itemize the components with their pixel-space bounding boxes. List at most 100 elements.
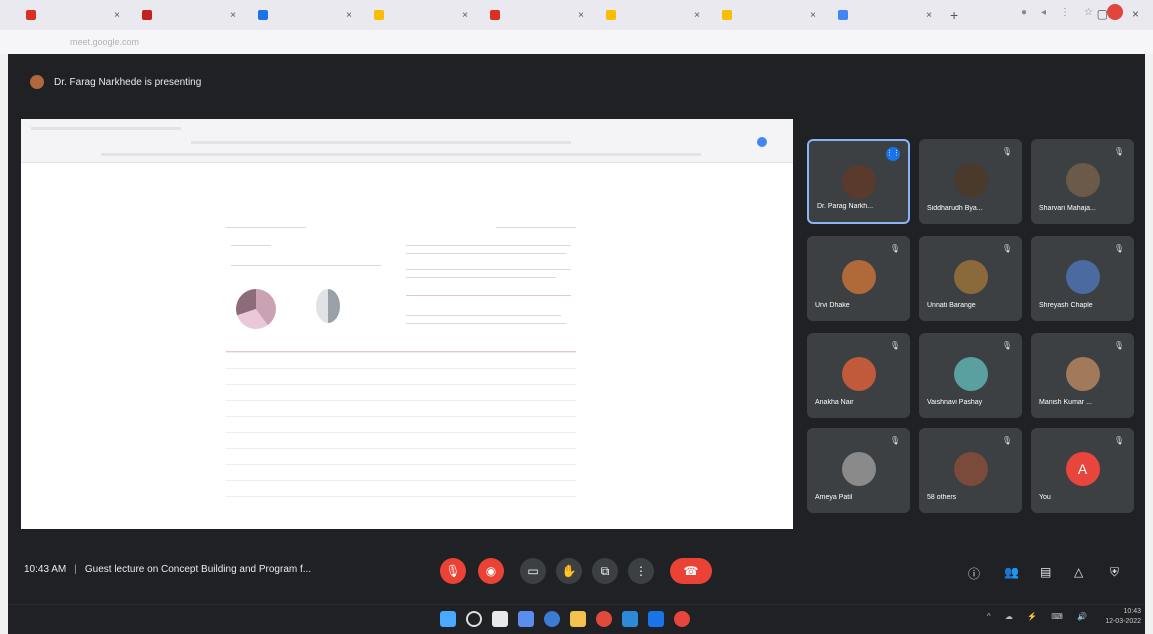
participant-tile[interactable]: 🎙 Shreyash Chaple — [1031, 236, 1134, 321]
tab-close-icon[interactable]: × — [230, 10, 236, 21]
tab-favicon-icon — [722, 10, 732, 20]
tab-close-icon[interactable]: × — [578, 10, 584, 21]
more-options-button[interactable]: ⋮ — [628, 558, 654, 584]
participant-tile[interactable]: 🎙 58 others — [919, 428, 1022, 513]
browser-tab[interactable]: × — [18, 4, 128, 26]
tab-close-icon[interactable]: × — [926, 10, 932, 21]
raise-hand-button[interactable]: ✋ — [556, 558, 582, 584]
participant-name: You — [1039, 494, 1051, 501]
present-button[interactable]: ⧉ — [592, 558, 618, 584]
hand-icon: ✋ — [561, 564, 577, 578]
tab-favicon-icon — [258, 10, 268, 20]
camera-icon[interactable]: ● — [1021, 7, 1027, 18]
new-tab-button[interactable]: + — [950, 7, 958, 23]
start-icon[interactable] — [440, 611, 456, 627]
store-icon[interactable] — [648, 611, 664, 627]
browser-tab[interactable]: × — [830, 4, 940, 26]
tab-favicon-icon — [490, 10, 500, 20]
participant-name: 58 others — [927, 494, 957, 501]
url-text[interactable]: meet.google.com — [70, 37, 139, 47]
clock-time: 10:43 — [1123, 608, 1141, 615]
tab-favicon-icon — [374, 10, 384, 20]
browser-tab[interactable]: × — [714, 4, 824, 26]
present-icon: ⧉ — [600, 563, 610, 578]
browser-tab[interactable]: × — [250, 4, 360, 26]
file-explorer-icon[interactable] — [570, 611, 586, 627]
participant-name: Ameya Patil — [815, 494, 853, 501]
avatar: A — [1065, 452, 1100, 486]
bookmark-star-icon[interactable]: ☆ — [1084, 7, 1093, 18]
browser-tab[interactable]: × — [366, 4, 476, 26]
meeting-title: Guest lecture on Concept Building and Pr… — [84, 564, 312, 575]
avatar — [841, 357, 876, 391]
camera-off-button[interactable]: ◉ — [478, 558, 504, 584]
address-bar-icons: ● ◂ ⋮ ☆ — [1021, 4, 1123, 20]
people-icon[interactable]: 👥 — [1004, 565, 1019, 579]
avatar — [1065, 260, 1100, 294]
participant-name: Unnati Barange — [927, 302, 976, 309]
avatar — [1065, 163, 1100, 197]
search-icon[interactable] — [466, 611, 482, 627]
edge-icon[interactable] — [622, 611, 638, 627]
address-bar[interactable]: meet.google.com — [0, 30, 1153, 54]
participant-name: Anakha Nair — [815, 399, 854, 406]
mic-off-icon: 🎙 — [445, 564, 461, 578]
participant-tile[interactable]: 🎙 Sharvari Mahaja... — [1031, 139, 1134, 224]
share-icon[interactable]: ◂ — [1041, 7, 1046, 18]
meeting-time: 10:43 AM — [24, 564, 67, 575]
pie-chart-1 — [236, 289, 276, 329]
chrome-icon[interactable] — [596, 611, 612, 627]
speaking-indicator-icon: ⋮⋮ — [886, 147, 900, 161]
extensions-icon[interactable]: ⋮ — [1060, 7, 1070, 18]
tab-close-icon[interactable]: × — [346, 10, 352, 21]
browser-tab[interactable]: × — [482, 4, 592, 26]
presenter-banner: Dr. Farag Narkhede is presenting — [8, 62, 201, 102]
participant-name: Dr. Parag Narkh... — [817, 203, 874, 210]
tab-close-icon[interactable]: × — [114, 10, 120, 21]
mic-muted-icon: 🎙 — [1001, 147, 1012, 156]
mic-off-button[interactable]: 🎙 — [440, 558, 466, 584]
widgets-icon[interactable] — [518, 611, 534, 627]
system-tray[interactable]: ^ ☁ ⚡ ⌨ 🔊 — [987, 612, 1093, 621]
participant-tile[interactable]: 🎙 Siddharudh Bya... — [919, 139, 1022, 224]
tab-close-icon[interactable]: × — [810, 10, 816, 21]
task-view-icon[interactable] — [492, 611, 508, 627]
taskbar-clock[interactable]: 10:43 12-03-2022 — [1105, 607, 1141, 627]
mic-muted-icon: 🎙 — [889, 341, 900, 350]
participant-tile[interactable]: ⋮⋮ Dr. Parag Narkh... — [807, 139, 910, 224]
participant-tile[interactable]: 🎙 Unnati Barange — [919, 236, 1022, 321]
leave-call-button[interactable]: ☎ — [670, 558, 712, 584]
profile-avatar[interactable] — [1107, 4, 1123, 20]
participant-tile[interactable]: 🎙 Vaishnavi Pashay — [919, 333, 1022, 418]
host-controls-icon[interactable]: ⛨ — [1110, 565, 1119, 580]
browser-tab[interactable]: × — [134, 4, 244, 26]
chat-app-icon[interactable] — [544, 611, 560, 627]
tab-favicon-icon — [606, 10, 616, 20]
participant-tile[interactable]: 🎙 Manish Kumar ... — [1031, 333, 1134, 418]
participant-name: Siddharudh Bya... — [927, 205, 983, 212]
tab-close-icon[interactable]: × — [694, 10, 700, 21]
mic-muted-icon: 🎙 — [1113, 341, 1124, 350]
close-window-icon[interactable]: × — [1132, 7, 1139, 21]
participant-tile[interactable]: 🎙 Anakha Nair — [807, 333, 910, 418]
captions-icon: ▭ — [527, 564, 539, 578]
avatar — [841, 165, 876, 199]
app-icon[interactable] — [674, 611, 690, 627]
chat-icon[interactable]: ▤ — [1040, 565, 1051, 579]
document-table — [226, 351, 576, 509]
participant-name: Manish Kumar ... — [1039, 399, 1092, 406]
captions-button[interactable]: ▭ — [520, 558, 546, 584]
avatar — [841, 260, 876, 294]
avatar — [953, 357, 988, 391]
participant-tile[interactable]: A 🎙 You — [1031, 428, 1134, 513]
avatar — [841, 452, 876, 486]
participant-tile[interactable]: 🎙 Ameya Patil — [807, 428, 910, 513]
shared-profile-icon — [757, 137, 767, 147]
participant-tile[interactable]: 🎙 Urvi Dhake — [807, 236, 910, 321]
browser-tab[interactable]: × — [598, 4, 708, 26]
activities-icon[interactable]: △ — [1074, 565, 1083, 579]
avatar — [953, 260, 988, 294]
info-icon[interactable]: ⓘ — [968, 565, 980, 582]
mic-muted-icon: 🎙 — [1001, 341, 1012, 350]
tab-close-icon[interactable]: × — [462, 10, 468, 21]
